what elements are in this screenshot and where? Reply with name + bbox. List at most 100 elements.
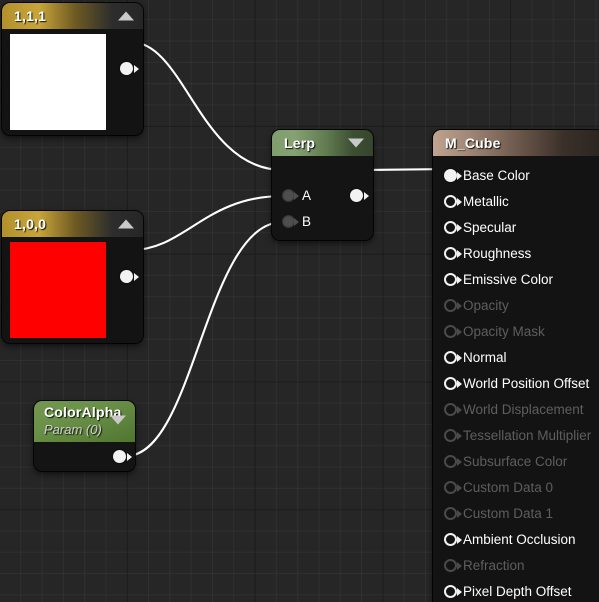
output-pin[interactable] <box>120 270 133 283</box>
material-input-row[interactable]: Opacity <box>433 292 599 318</box>
material-input-row[interactable]: Normal <box>433 344 599 370</box>
chevron-down-icon[interactable] <box>110 415 126 425</box>
material-input-row[interactable]: World Position Offset <box>433 370 599 396</box>
material-input-label: Custom Data 0 <box>463 479 554 495</box>
node-m-cube-material[interactable]: M_Cube Base Color Metallic Specular Roughne… <box>433 130 599 602</box>
material-graph-canvas[interactable]: 1,1,1 1,0,0 ColorAlpha Param (0) Lerp A … <box>0 0 599 602</box>
material-input-label: Normal <box>463 349 507 365</box>
material-input-row[interactable]: Emissive Color <box>433 266 599 292</box>
input-pin[interactable] <box>444 169 457 182</box>
input-pin-nub <box>457 536 462 544</box>
input-pin-nub <box>457 406 462 414</box>
node-body: A B Alpha <box>272 156 373 240</box>
material-input-label: Base Color <box>463 167 530 183</box>
node-color-alpha-param[interactable]: ColorAlpha Param (0) <box>34 401 135 471</box>
node-constant-white[interactable]: 1,1,1 <box>2 3 143 135</box>
material-input-label: Emissive Color <box>463 271 554 287</box>
material-input-row[interactable]: Subsurface Color <box>433 448 599 474</box>
material-input-row[interactable]: World Displacement <box>433 396 599 422</box>
material-input-row[interactable]: Pixel Depth Offset <box>433 578 599 602</box>
input-pin[interactable] <box>444 585 457 598</box>
input-pin-nub <box>457 458 462 466</box>
input-pin[interactable] <box>444 195 457 208</box>
material-input-row[interactable]: Ambient Occlusion <box>433 526 599 552</box>
node-header[interactable]: Lerp <box>272 130 373 156</box>
material-input-label: Tessellation Multiplier <box>463 427 592 443</box>
output-pin[interactable] <box>350 189 363 202</box>
material-input-label: Metallic <box>463 193 509 209</box>
node-title: 1,0,0 <box>14 216 47 232</box>
chevron-up-icon[interactable] <box>118 11 134 21</box>
node-title: M_Cube <box>445 135 501 151</box>
wire-red-to-lerp-b <box>129 194 285 252</box>
output-pin[interactable] <box>120 62 133 75</box>
chevron-down-icon[interactable] <box>348 138 364 148</box>
material-input-label: Custom Data 1 <box>463 505 554 521</box>
node-body <box>2 237 143 343</box>
input-pin[interactable] <box>444 247 457 260</box>
input-pin[interactable] <box>444 559 457 572</box>
node-header[interactable]: 1,0,0 <box>2 211 143 237</box>
input-pin[interactable] <box>444 507 457 520</box>
input-pin[interactable] <box>444 351 457 364</box>
input-pin[interactable] <box>444 429 457 442</box>
node-header[interactable]: 1,1,1 <box>2 3 143 29</box>
material-input-row[interactable]: Refraction <box>433 552 599 578</box>
input-pin-nub <box>457 276 462 284</box>
input-label-a: A <box>302 188 312 203</box>
input-pin-nub <box>457 484 462 492</box>
output-pin[interactable] <box>113 450 126 463</box>
node-header[interactable]: ColorAlpha Param (0) <box>34 401 135 442</box>
node-header[interactable]: M_Cube <box>433 130 599 156</box>
material-input-label: World Position Offset <box>463 375 590 391</box>
node-title: 1,1,1 <box>14 8 47 24</box>
input-pin-nub <box>457 224 462 232</box>
material-input-row[interactable]: Metallic <box>433 188 599 214</box>
input-pin[interactable] <box>444 377 457 390</box>
output-pin-nub <box>134 65 139 73</box>
input-pin[interactable] <box>444 221 457 234</box>
node-body <box>2 29 143 135</box>
material-input-row[interactable]: Custom Data 1 <box>433 500 599 526</box>
input-pin-nub <box>457 432 462 440</box>
input-pin-nub <box>457 198 462 206</box>
node-constant-red[interactable]: 1,0,0 <box>2 211 143 343</box>
node-title: Lerp <box>284 135 316 151</box>
material-input-label: Pixel Depth Offset <box>463 583 572 599</box>
material-input-row[interactable]: Custom Data 0 <box>433 474 599 500</box>
input-pin[interactable] <box>444 455 457 468</box>
output-pin-nub <box>364 192 369 200</box>
input-pin-nub <box>457 302 462 310</box>
node-lerp[interactable]: Lerp A B Alpha <box>272 130 373 240</box>
input-pin[interactable] <box>444 403 457 416</box>
input-pin[interactable] <box>444 325 457 338</box>
material-input-row[interactable]: Roughness <box>433 240 599 266</box>
output-pin-nub <box>134 273 139 281</box>
color-swatch[interactable] <box>10 242 106 338</box>
material-input-row[interactable]: Base Color <box>433 162 599 188</box>
wire-coloralpha-to-lerp-alpha <box>124 220 285 458</box>
material-input-row[interactable]: Tessellation Multiplier <box>433 422 599 448</box>
color-swatch[interactable] <box>10 34 106 130</box>
material-input-label: World Displacement <box>463 401 584 417</box>
chevron-up-icon[interactable] <box>118 219 134 229</box>
material-input-row[interactable]: Opacity Mask <box>433 318 599 344</box>
input-pin[interactable] <box>444 299 457 312</box>
input-pin[interactable] <box>444 273 457 286</box>
input-pin-nub <box>457 380 462 388</box>
input-label-b: B <box>302 214 312 229</box>
input-pin-nub <box>457 328 462 336</box>
material-input-label: Subsurface Color <box>463 453 568 469</box>
input-pin-nub <box>457 510 462 518</box>
material-input-row[interactable]: Specular <box>433 214 599 240</box>
input-pin-nub <box>457 562 462 570</box>
wire-white-to-lerp-a <box>129 40 285 172</box>
material-input-label: Specular <box>463 219 517 235</box>
input-pin[interactable] <box>444 533 457 546</box>
input-pin-b-nub <box>294 218 299 226</box>
material-input-label: Roughness <box>463 245 532 261</box>
material-input-label: Opacity Mask <box>463 323 545 339</box>
input-pin-nub <box>457 588 462 596</box>
node-body: Base Color Metallic Specular Roughness Emiss… <box>433 156 599 602</box>
input-pin[interactable] <box>444 481 457 494</box>
